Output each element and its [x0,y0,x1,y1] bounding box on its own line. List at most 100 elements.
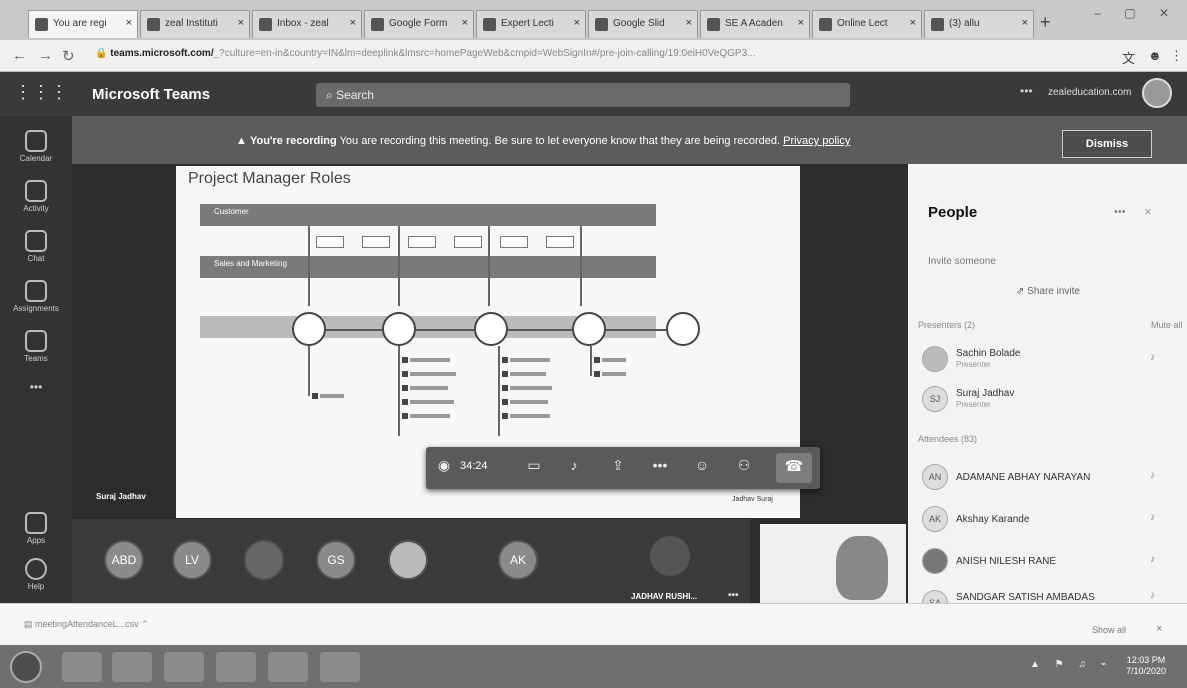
people-more-button[interactable]: ••• [1114,206,1126,218]
participants-icon[interactable]: ⚇ [732,457,756,479]
presenters-header[interactable]: Presenters (2) [918,320,975,330]
mic-off-icon: ♪ [1150,512,1155,523]
self-video-person [836,536,888,600]
flow-line [398,346,400,436]
rail-item-activity[interactable]: Activity [0,174,72,228]
close-tab-icon[interactable]: × [910,17,916,29]
menu-kebab-icon[interactable]: ⋮ [1170,48,1183,64]
search-input[interactable]: ⌕ Search [316,83,850,107]
participant-row[interactable]: Sachin Bolade Presenter ♪ [922,346,1182,382]
url-field[interactable]: 🔒 teams.microsoft.com/_?culture=en-in&co… [95,48,1095,66]
people-close-button[interactable]: × [1144,204,1152,219]
browser-tab[interactable]: Inbox - zeal × [252,10,362,38]
close-tab-icon[interactable]: × [238,17,244,29]
back-arrow-icon[interactable]: ← [12,47,27,64]
close-tab-icon[interactable]: × [686,17,692,29]
browser-tab[interactable]: SE A Acaden × [700,10,810,38]
recording-banner: ▲ You're recording You are recording thi… [72,116,1187,164]
dismiss-button[interactable]: Dismiss [1062,130,1152,158]
downloads-close-button[interactable]: × [1156,623,1162,635]
participant-avatar[interactable]: ABD [104,540,144,580]
user-avatar[interactable] [1142,78,1172,108]
browser-tab[interactable]: zeal Instituti × [140,10,250,38]
slides-favicon-icon [595,18,608,31]
reload-icon[interactable]: ↻ [62,47,75,65]
privacy-policy-link[interactable]: Privacy policy [783,135,850,147]
rail-item-help[interactable]: Help [0,552,72,606]
participant-avatar[interactable] [388,540,428,580]
process-circle [666,312,700,346]
gmail-favicon-icon [259,18,272,31]
participant-avatar[interactable]: AK [498,540,538,580]
music-favicon-icon [931,18,944,31]
browser-tab[interactable]: Expert Lecti × [476,10,586,38]
invite-input[interactable]: Invite someone [926,250,1172,276]
more-actions-icon[interactable]: ••• [648,457,672,479]
app-launcher-grid-icon[interactable]: ⋮⋮⋮ [14,82,68,104]
process-circle [292,312,326,346]
explorer-icon[interactable] [62,652,102,682]
role-item [402,385,448,391]
chat-icon[interactable]: ☺ [690,457,714,479]
close-tab-icon[interactable]: × [574,17,580,29]
rail-item-teams[interactable]: Teams [0,324,72,378]
browser-taskbar-icon[interactable] [112,652,152,682]
rail-item-more[interactable]: ••• [0,374,72,404]
browser-tab[interactable]: (3) allu × [924,10,1034,38]
participant-avatar[interactable]: GS [316,540,356,580]
browser-tab[interactable]: Google Form × [364,10,474,38]
translate-icon[interactable]: 文 [1122,48,1135,67]
participant-avatar[interactable] [244,540,284,580]
close-tab-icon[interactable]: × [462,17,468,29]
document-taskbar-icon[interactable] [320,652,360,682]
browser-tab[interactable]: Online Lect × [812,10,922,38]
address-bar-row: ← → ↻ 🔒 teams.microsoft.com/_?culture=en… [0,40,1187,72]
share-invite-button[interactable]: ⇗ Share invite [1016,286,1080,297]
more-options-button[interactable]: ••• [1020,84,1033,98]
lecture-favicon-icon [819,18,832,31]
chrome-taskbar-icon[interactable] [216,652,256,682]
downloads-show-all-link[interactable]: Show all [1092,625,1126,635]
download-item[interactable]: ▤ meetingAttendanceL...csv ⌃ [24,619,149,630]
flow-box [408,236,436,248]
participant-row[interactable]: SA SANDGAR SATISH AMBADAS ♪ [922,590,1182,604]
browser-tab[interactable]: Google Slid × [588,10,698,38]
share-screen-icon[interactable]: ⇪ [606,457,630,479]
hang-up-button[interactable]: ☎ [776,453,812,483]
participant-row[interactable]: AN ADAMANE ABHAY NARAYAN ♪ [922,464,1182,500]
window-controls[interactable]: – ▢ ✕ [1094,6,1179,20]
rail-item-assignments[interactable]: Assignments [0,274,72,328]
new-tab-button[interactable]: + [1040,12,1051,33]
apps-icon [25,512,47,534]
close-tab-icon[interactable]: × [126,17,132,29]
rail-item-chat[interactable]: Chat [0,224,72,278]
attendees-header[interactable]: Attendees (83) [918,434,977,444]
taskbar-clock[interactable]: 12:03 PM 7/10/2020 [1126,655,1166,677]
organization-name: zealeducation.com [1048,87,1132,98]
system-tray[interactable]: ▲ ⚑ ♫ ⌁ [1030,659,1113,670]
participant-row[interactable]: AK Akshay Karande ♪ [922,506,1182,542]
start-button[interactable] [10,651,42,683]
close-tab-icon[interactable]: × [798,17,804,29]
camera-off-icon[interactable]: ▭ [522,457,546,479]
forms-favicon-icon [371,18,384,31]
phone-hangup-icon: ☎ [784,458,804,475]
snipping-tool-icon[interactable] [164,652,204,682]
participant-row[interactable]: SJ Suraj Jadhav Presenter [922,386,1182,422]
window-taskbar-icon[interactable] [268,652,308,682]
role-item [502,413,550,419]
close-tab-icon[interactable]: × [1022,17,1028,29]
participant-avatar[interactable]: LV [172,540,212,580]
forward-arrow-icon[interactable]: → [38,47,53,64]
rail-item-calendar[interactable]: Calendar [0,124,72,178]
close-tab-icon[interactable]: × [350,17,356,29]
help-icon [25,558,47,580]
participant-row[interactable]: ANISH NILESH RANE ♪ [922,548,1182,584]
browser-tab[interactable]: You are regi × [28,10,138,38]
profile-icon[interactable]: ☻ [1148,48,1162,63]
participant-avatar: AN [922,464,948,490]
mic-off-icon[interactable]: ♪ [562,457,586,479]
gallery-more-button[interactable]: ••• [728,590,739,601]
participant-avatar[interactable] [650,536,690,576]
mute-all-button[interactable]: Mute all [1151,320,1183,330]
